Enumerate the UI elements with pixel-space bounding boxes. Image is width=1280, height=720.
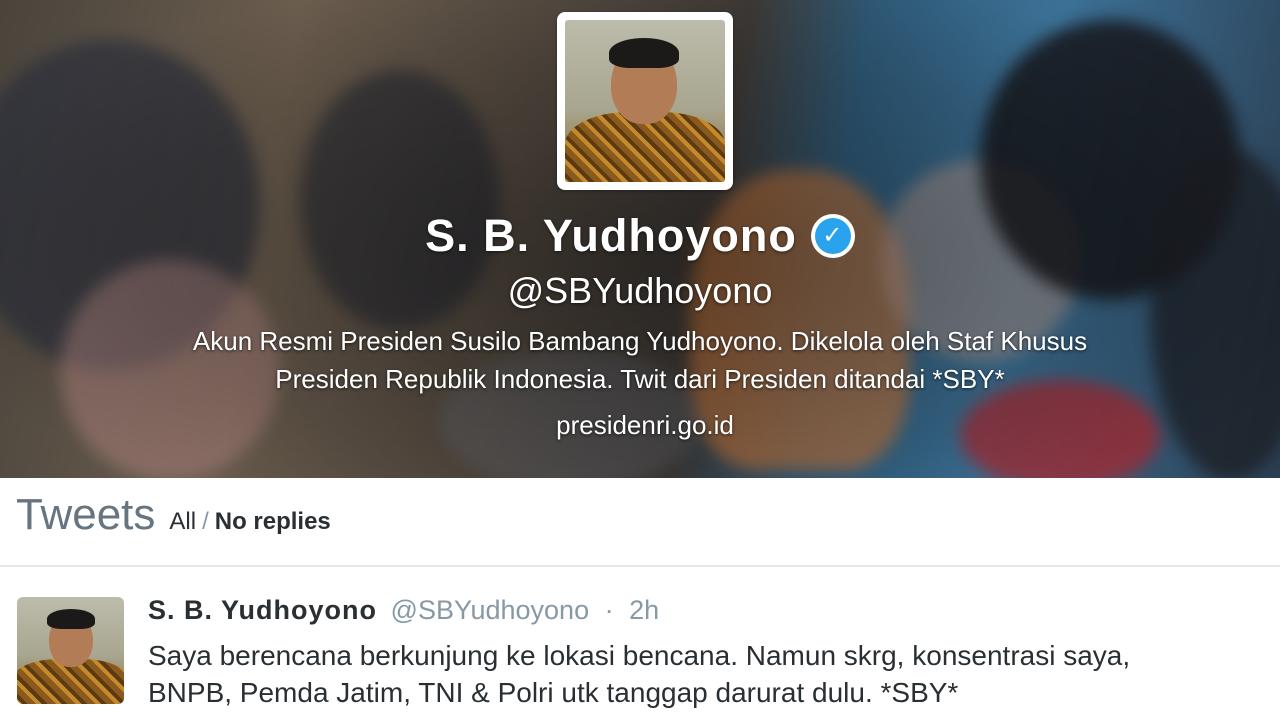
verified-badge-icon: ✓ (810, 214, 855, 258)
tweet-text: Saya berencana berkunjung ke lokasi benc… (148, 637, 1273, 711)
filter-no-replies-link[interactable]: No replies (215, 508, 331, 535)
filter-all-link[interactable]: All (169, 508, 196, 535)
tweet-text-line: BNPB, Pemda Jatim, TNI & Polri utk tangg… (148, 677, 959, 708)
tweet-author-handle[interactable]: @SBYudhoyono (391, 595, 590, 625)
timeline-title: Tweets (16, 490, 156, 539)
profile-display-name: S. B. Yudhoyono ✓ (0, 208, 1280, 264)
filter-separator: / (202, 508, 209, 535)
tweet-author-name[interactable]: S. B. Yudhoyono (148, 595, 377, 625)
profile-handle: @SBYudhoyono (507, 270, 773, 311)
display-name-text[interactable]: S. B. Yudhoyono (425, 210, 797, 262)
portrait-hair (47, 609, 95, 629)
timeline-filter: All / No replies (169, 508, 330, 536)
profile-avatar[interactable] (557, 12, 733, 190)
tweet-item[interactable]: S. B. Yudhoyono @SBYudhoyono · 2h Saya b… (0, 566, 1280, 720)
profile-bio: Akun Resmi Presiden Susilo Bambang Yudho… (100, 322, 1180, 398)
tweet-header: S. B. Yudhoyono @SBYudhoyono · 2h (148, 595, 659, 626)
profile-photo (565, 20, 725, 182)
portrait-hair (609, 38, 679, 68)
tweet-timestamp[interactable]: 2h (629, 595, 659, 625)
bio-line: Akun Resmi Presiden Susilo Bambang Yudho… (192, 326, 1088, 356)
tweet-text-line: Saya berencana berkunjung ke lokasi benc… (148, 640, 1131, 671)
timeline-header: Tweets All / No replies (0, 478, 1280, 566)
tweet-avatar[interactable] (17, 597, 124, 704)
profile-website-link[interactable]: presidenri.go.id (0, 410, 1280, 441)
tweet-separator-dot: · (604, 595, 614, 625)
bio-line: Presiden Republik Indonesia. Twit dari P… (275, 364, 1005, 394)
profile-header-banner: S. B. Yudhoyono ✓ @SBYudhoyono Akun Resm… (0, 0, 1280, 478)
